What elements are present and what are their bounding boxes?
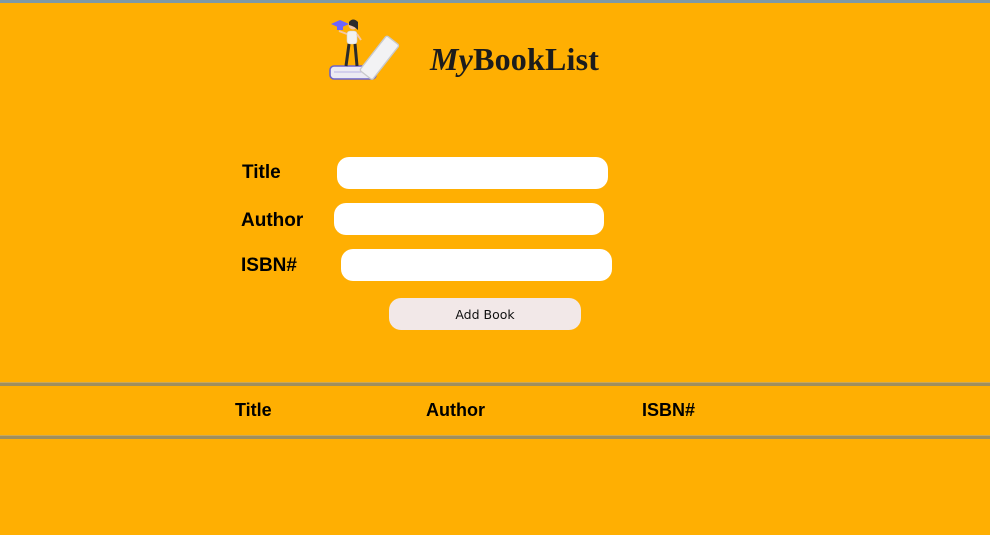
column-header-title: Title (235, 400, 272, 420)
table-top-rule (0, 382, 990, 386)
app-title-suffix: BookList (473, 41, 600, 77)
column-header-author: Author (426, 400, 485, 420)
window-top-border (0, 0, 990, 3)
author-input[interactable] (334, 203, 604, 235)
isbn-input[interactable] (341, 249, 612, 281)
reader-on-books-icon (329, 19, 400, 80)
isbn-label: ISBN# (241, 255, 297, 276)
author-label: Author (241, 210, 304, 231)
table-header-rule (0, 435, 990, 439)
title-label: Title (242, 162, 281, 183)
book-list (0, 440, 990, 535)
add-book-button[interactable]: Add Book (389, 298, 581, 330)
app-title-prefix: My (430, 41, 474, 77)
title-input[interactable] (337, 157, 608, 189)
column-header-isbn: ISBN# (642, 400, 696, 420)
app-title: MyBookList (430, 41, 599, 78)
